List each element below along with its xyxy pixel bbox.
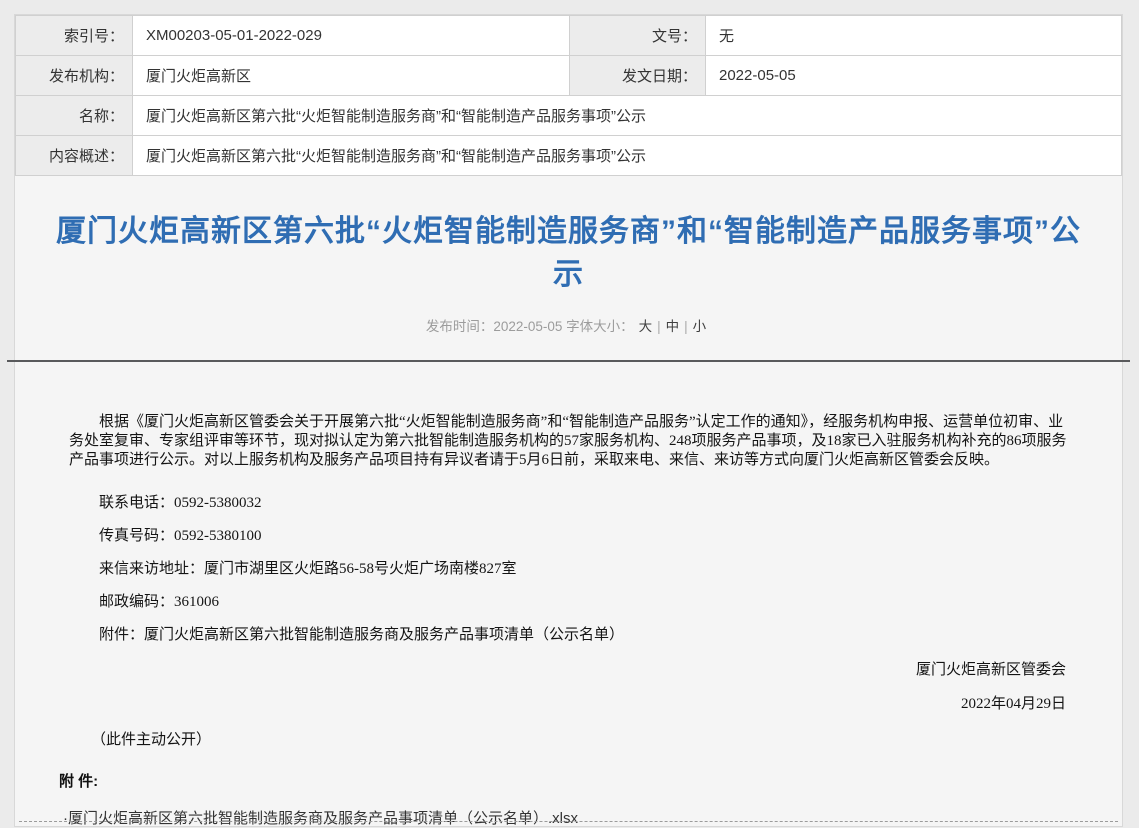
- table-row: 内容概述： 厦门火炬高新区第六批“火炬智能制造服务商”和“智能制造产品服务事项”…: [16, 136, 1122, 176]
- index-number-label: 索引号：: [16, 16, 133, 56]
- bottom-dashed-divider: [19, 821, 1118, 822]
- content-panel: 索引号： XM00203-05-01-2022-029 文号： 无 发布机构： …: [14, 14, 1123, 827]
- name-label: 名称：: [16, 96, 133, 136]
- article-paragraph: 根据《厦门火炬高新区管委会关于开展第六批“火炬智能制造服务商”和“智能制造产品服…: [69, 413, 1070, 470]
- publish-meta: 发布时间：2022-05-05 字体大小： 大 | 中 | 小: [15, 315, 1122, 335]
- font-size-medium[interactable]: 中: [666, 319, 680, 334]
- table-row: 名称： 厦门火炬高新区第六批“火炬智能制造服务商”和“智能制造产品服务事项”公示: [16, 96, 1122, 136]
- header-divider: [7, 360, 1130, 362]
- table-row: 发布机构： 厦门火炬高新区 发文日期： 2022-05-05: [16, 56, 1122, 96]
- font-size-separator: |: [657, 319, 661, 334]
- name-value: 厦门火炬高新区第六批“火炬智能制造服务商”和“智能制造产品服务事项”公示: [133, 96, 1122, 136]
- summary-value: 厦门火炬高新区第六批“火炬智能制造服务商”和“智能制造产品服务事项”公示: [133, 136, 1122, 176]
- signature-org: 厦门火炬高新区管委会: [15, 661, 1122, 680]
- disclosure-note: （此件主动公开）: [91, 731, 1122, 750]
- publish-date-value: 2022-05-05: [706, 56, 1122, 96]
- article-body: 根据《厦门火炬高新区管委会关于开展第六批“火炬智能制造服务商”和“智能制造产品服…: [15, 413, 1122, 750]
- attachments-heading: 附 件:: [59, 770, 1122, 791]
- visit-address: 来信来访地址：厦门市湖里区火炬路56-58号火炬广场南楼827室: [69, 560, 1070, 579]
- contact-phone: 联系电话：0592-5380032: [69, 494, 1070, 513]
- attachment-note: 附件：厦门火炬高新区第六批智能制造服务商及服务产品事项清单（公示名单）: [69, 626, 1070, 645]
- doc-number-value: 无: [706, 16, 1122, 56]
- document-info-table: 索引号： XM00203-05-01-2022-029 文号： 无 发布机构： …: [15, 15, 1122, 176]
- fax-number: 传真号码：0592-5380100: [69, 527, 1070, 546]
- table-row: 索引号： XM00203-05-01-2022-029 文号： 无: [16, 16, 1122, 56]
- publisher-value: 厦门火炬高新区: [133, 56, 570, 96]
- signature-date: 2022年04月29日: [15, 695, 1122, 714]
- doc-number-label: 文号：: [570, 16, 706, 56]
- font-size-separator: |: [684, 319, 688, 334]
- font-size-large[interactable]: 大: [639, 319, 653, 334]
- publish-meta-text: 发布时间：2022-05-05 字体大小：: [426, 319, 634, 334]
- postal-code: 邮政编码：361006: [69, 593, 1070, 612]
- attachment-link[interactable]: ·厦门火炬高新区第六批智能制造服务商及服务产品事项清单（公示名单）.xlsx: [63, 807, 1122, 828]
- publish-date-label: 发文日期：: [570, 56, 706, 96]
- index-number-value: XM00203-05-01-2022-029: [133, 16, 570, 56]
- summary-label: 内容概述：: [16, 136, 133, 176]
- font-size-small[interactable]: 小: [693, 319, 707, 334]
- page-title: 厦门火炬高新区第六批“火炬智能制造服务商”和“智能制造产品服务事项”公示: [43, 210, 1094, 296]
- publisher-label: 发布机构：: [16, 56, 133, 96]
